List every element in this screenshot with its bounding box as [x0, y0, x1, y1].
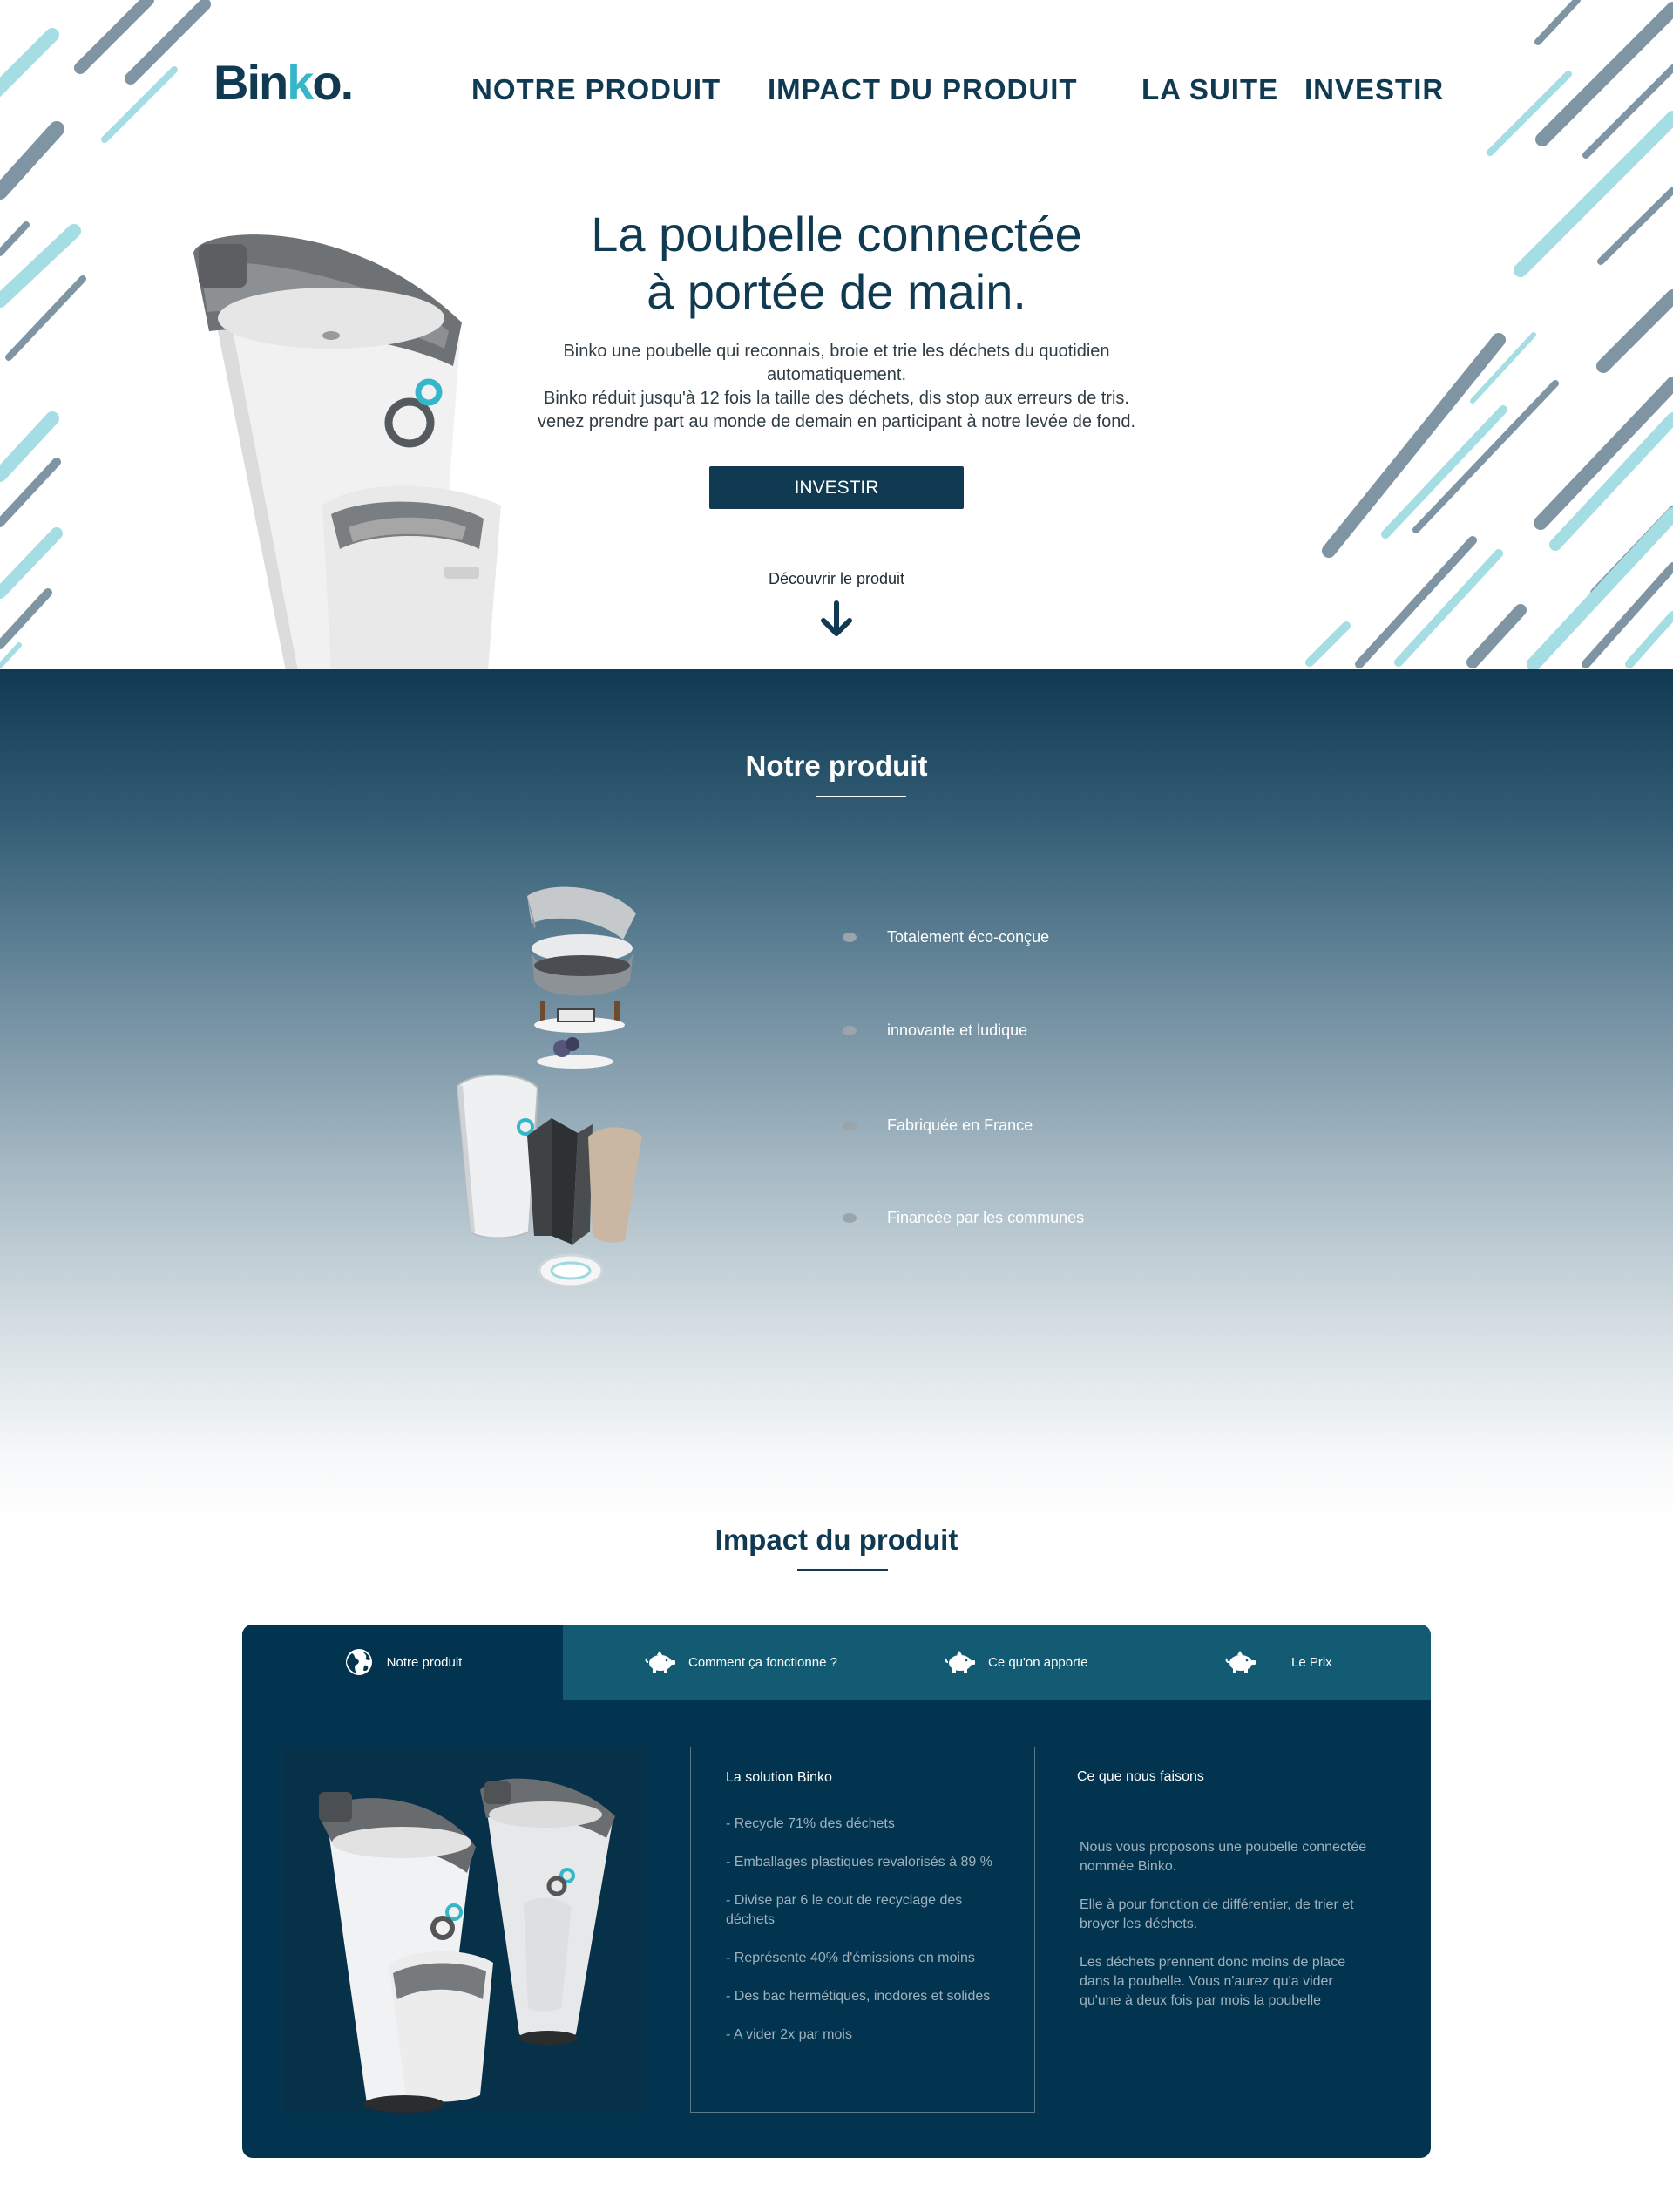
- solution-item: - Emballages plastiques revalorisés à 89…: [726, 1855, 992, 1869]
- what-we-do-title: Ce que nous faisons: [1077, 1769, 1204, 1784]
- what-we-do-paragraph: Nous vous proposons une poubelle connect…: [1080, 1840, 1367, 1874]
- impact-section-title: Impact du produit: [715, 1523, 958, 1556]
- tab-label: Le Prix: [1291, 1654, 1332, 1670]
- feature-bullet: [843, 1121, 857, 1130]
- what-we-do-paragraph: Elle à pour fonction de différentier, de…: [1080, 1897, 1354, 1931]
- tab-ce-quon-apporte[interactable]: Ce qu'on apporte: [850, 1625, 1128, 1700]
- nav-impact-du-produit[interactable]: IMPACT DU PRODUIT: [768, 73, 1078, 106]
- hero-bin-image: [193, 234, 501, 669]
- tab-label: Ce qu'on apporte: [988, 1654, 1088, 1670]
- tab-notre-produit[interactable]: Notre produit: [242, 1625, 563, 1700]
- logo-text: Bin: [213, 55, 288, 110]
- hero-description: Binko une poubelle qui reconnais, broie …: [505, 340, 1168, 434]
- tab-comment-ca-fonctionne[interactable]: Comment ça fonctionne ?: [563, 1625, 850, 1700]
- hero-desc-line: Binko une poubelle qui reconnais, broie …: [563, 342, 1110, 361]
- tab-le-prix[interactable]: Le Prix: [1128, 1625, 1431, 1700]
- feature-bullet: [843, 1213, 857, 1223]
- hero-desc-line: automatiquement.: [766, 365, 907, 384]
- solution-box: La solution Binko - Recycle 71% des déch…: [690, 1747, 1035, 2113]
- title-underline: [816, 796, 906, 797]
- product-section: Notre produit Totalement éco-conçue inno…: [0, 669, 1673, 1523]
- discover-product-link[interactable]: Découvrir le produit: [706, 570, 967, 588]
- feature-label: innovante et ludique: [887, 1021, 1028, 1039]
- hero-desc-line: Binko réduit jusqu'à 12 fois la taille d…: [544, 389, 1129, 408]
- solution-item: - Divise par 6 le cout de recyclage des …: [726, 1893, 963, 1927]
- feature-bullet: [843, 1026, 857, 1035]
- solution-item: - Représente 40% d'émissions en moins: [726, 1951, 975, 1965]
- solution-item: - A vider 2x par mois: [726, 2027, 852, 2042]
- solution-item: - Des bac hermétiques, inodores et solid…: [726, 1989, 991, 2004]
- impact-panel: Notre produit Comment ça fonctionne ? Ce…: [242, 1625, 1431, 2158]
- logo-text-suffix: o.: [312, 55, 354, 110]
- nav-notre-produit[interactable]: NOTRE PRODUIT: [471, 73, 721, 106]
- solution-title: La solution Binko: [726, 1770, 832, 1785]
- feature-bullet: [843, 933, 857, 942]
- invest-button[interactable]: INVESTIR: [709, 466, 964, 509]
- two-bins-image: [284, 1747, 645, 2114]
- hero-title: La poubelle connectée à portée de main.: [488, 206, 1185, 321]
- title-underline: [797, 1569, 888, 1571]
- product-section-title: Notre produit: [745, 750, 928, 782]
- tab-label: Notre produit: [386, 1654, 463, 1670]
- piggy-bank-icon: [945, 1651, 975, 1673]
- hero-section: Binko. NOTRE PRODUIT IMPACT DU PRODUIT L…: [0, 0, 1673, 669]
- logo-accent-letter: k: [287, 55, 314, 110]
- globe-icon: [345, 1649, 372, 1675]
- what-we-do-paragraph: Les déchets prennent donc moins de place…: [1080, 1955, 1346, 2008]
- feature-label: Fabriquée en France: [887, 1116, 1033, 1134]
- hero-desc-line: venez prendre part au monde de demain en…: [537, 412, 1135, 431]
- exploded-bin-image: [456, 886, 642, 1288]
- solution-item: - Recycle 71% des déchets: [726, 1816, 895, 1831]
- feature-label: Financée par les communes: [887, 1209, 1085, 1226]
- piggy-bank-icon: [645, 1651, 675, 1673]
- nav-la-suite[interactable]: LA SUITE: [1141, 73, 1278, 106]
- nav-investir[interactable]: INVESTIR: [1304, 73, 1444, 106]
- binko-logo[interactable]: Binko.: [213, 54, 354, 111]
- hero-title-line2: à portée de main.: [647, 264, 1026, 319]
- tab-label: Comment ça fonctionne ?: [688, 1654, 837, 1670]
- impact-tabbar: Notre produit Comment ça fonctionne ? Ce…: [242, 1625, 1431, 1700]
- feature-label: Totalement éco-conçue: [887, 928, 1050, 946]
- hero-title-line1: La poubelle connectée: [591, 207, 1082, 261]
- arrow-down-icon[interactable]: [816, 600, 857, 640]
- piggy-bank-icon: [1225, 1651, 1256, 1673]
